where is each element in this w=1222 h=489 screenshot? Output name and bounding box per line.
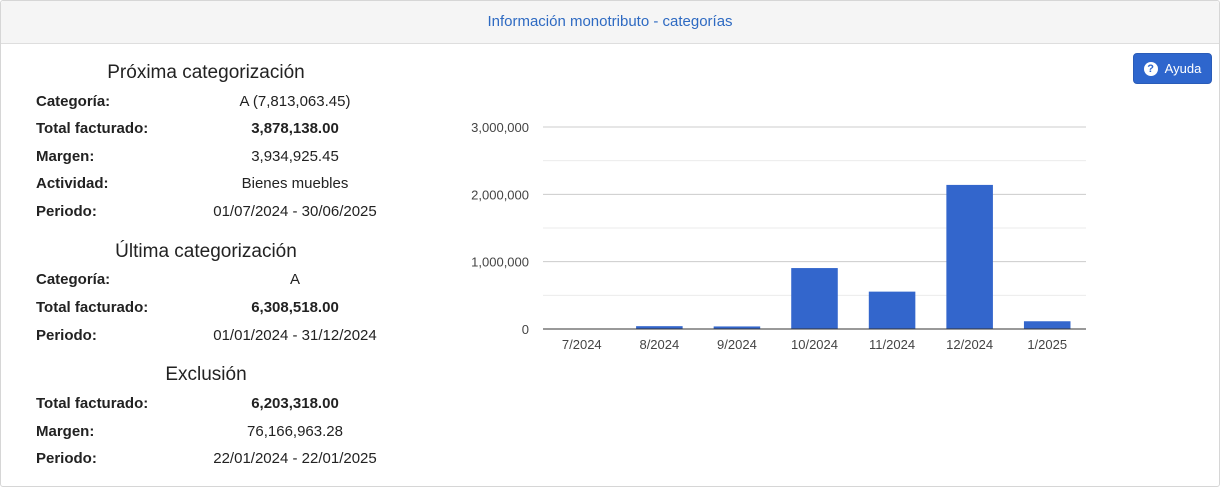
bar-1/2025 [1023,321,1071,329]
y-tick-label: 0 [522,322,529,337]
ultima-categoria-label: Categoría: [36,271,111,288]
y-tick-label: 2,000,000 [471,187,529,202]
exclusion-total-label: Total facturado: [36,395,149,412]
panel-title: Información monotributo - categorías [1,1,1219,44]
monthly-billing-chart: 0 1,000,000 2,000,000 3,000,000 7/2024 8/2024… [471,120,1086,352]
exclusion-periodo-value: 22/01/2024 - 22/01/2025 [213,450,377,467]
x-tick-label: 11/2024 [869,337,915,352]
x-tick-label: 1/2025 [1027,337,1067,352]
section-title-proxima: Próxima categorización [107,62,305,83]
x-tick-label: 12/2024 [946,337,993,352]
help-button[interactable]: ? Ayuda [1133,53,1212,84]
proxima-categoria-label: Categoría: [36,93,111,110]
proxima-margen-label: Margen: [36,148,95,165]
exclusion-margen-value: 76,166,963.28 [247,423,343,440]
x-tick-label: 10/2024 [791,337,838,352]
proxima-actividad-value: Bienes muebles [241,175,349,192]
x-tick-label: 8/2024 [639,337,679,352]
question-circle-icon: ? [1143,61,1158,76]
ultima-categoria-value: A [289,271,300,288]
ultima-total-value: 6,308,518.00 [251,299,339,316]
bar-10/2024 [791,268,838,329]
y-tick-label: 3,000,000 [471,120,529,135]
ultima-periodo-value: 01/01/2024 - 31/12/2024 [213,327,377,344]
proxima-total-label: Total facturado: [36,120,149,137]
monotributo-panel: Información monotributo - categorías Pró… [0,0,1220,487]
proxima-periodo-label: Periodo: [36,203,97,220]
x-tick-label: 7/2024 [562,337,602,352]
exclusion-total-value: 6,203,318.00 [251,395,339,412]
exclusion-margen-label: Margen: [36,423,95,440]
bar-11/2024 [868,291,916,329]
ultima-total-label: Total facturado: [36,299,149,316]
proxima-periodo-value: 01/07/2024 - 30/06/2025 [213,203,377,220]
y-tick-label: 1,000,000 [471,255,529,270]
proxima-actividad-label: Actividad: [36,175,109,192]
proxima-categoria-value: A (7,813,063.45) [239,93,351,110]
exclusion-periodo-label: Periodo: [36,450,97,467]
section-title-ultima: Última categorización [115,241,297,262]
bar-12/2024 [946,184,993,329]
proxima-total-value: 3,878,138.00 [251,120,339,137]
proxima-margen-value: 3,934,925.45 [251,148,339,165]
x-tick-label: 9/2024 [717,337,757,352]
ultima-periodo-label: Periodo: [36,327,97,344]
help-button-label: Ayuda [1164,61,1202,76]
section-title-exclusion: Exclusión [165,364,247,385]
